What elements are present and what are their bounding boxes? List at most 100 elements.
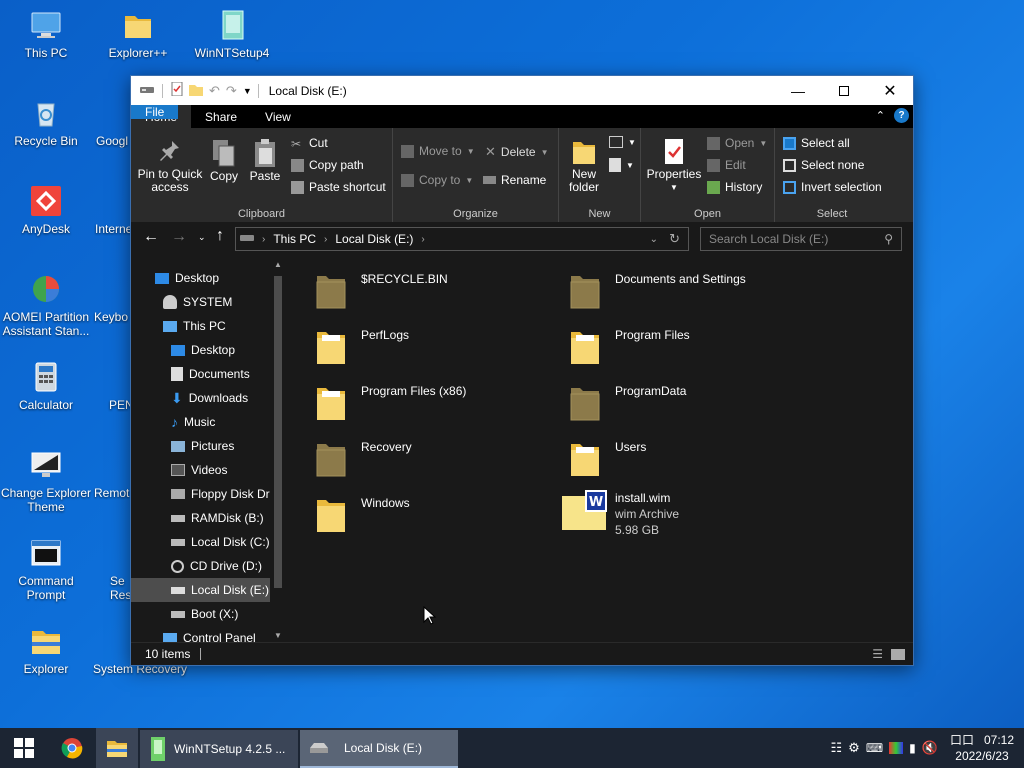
taskbar-local-disk[interactable]: Local Disk (E:) bbox=[300, 729, 458, 768]
breadcrumb-local-disk[interactable]: Local Disk (E:) bbox=[335, 232, 413, 246]
recent-locations-button[interactable]: ⌄ bbox=[198, 232, 206, 243]
desktop-icon-recycle-bin[interactable]: Recycle Bin bbox=[4, 96, 88, 148]
new-item-dropdown-icon: ▼ bbox=[628, 137, 636, 147]
large-icons-view-icon[interactable] bbox=[891, 648, 905, 660]
desktop-icon-explorer[interactable]: Explorer bbox=[4, 624, 88, 676]
taskbar-chrome[interactable] bbox=[48, 728, 96, 768]
nav-item-this-pc[interactable]: This PC bbox=[163, 314, 287, 338]
select-none-button[interactable]: Select none bbox=[783, 158, 864, 172]
breadcrumb-this-pc[interactable]: This PC bbox=[273, 232, 316, 246]
new-folder-qat-icon[interactable] bbox=[189, 82, 203, 99]
invert-selection-button[interactable]: Invert selection bbox=[783, 180, 882, 194]
internet-icon bbox=[89, 184, 123, 218]
desktop-icon-winntsetup[interactable]: WinNTSetup4 bbox=[190, 8, 274, 60]
copy-to-button[interactable]: Copy to ▼ bbox=[401, 173, 473, 187]
title-bar[interactable]: ↶ ↷ ▼ Local Disk (E:) — ✕ bbox=[131, 76, 913, 105]
folder-icon bbox=[569, 382, 601, 422]
scroll-up-icon[interactable]: ▲ bbox=[274, 260, 282, 269]
list-item[interactable]: Program Files (x86) bbox=[315, 382, 466, 422]
clock[interactable]: 口口 07:12 2022/6/23 bbox=[950, 732, 1014, 764]
copy-button[interactable]: Copy bbox=[207, 138, 241, 183]
easy-access-button[interactable]: ▼ bbox=[609, 158, 634, 172]
address-dropdown-icon[interactable]: ⌄ bbox=[650, 234, 658, 245]
keyboard-icon[interactable]: ⌨ bbox=[866, 741, 883, 755]
desktop-icon-internet[interactable]: Interne bbox=[80, 184, 132, 236]
pin-quick-access-button[interactable]: Pin to Quick access bbox=[135, 138, 205, 194]
desktop-icon-calculator[interactable]: Calculator bbox=[4, 360, 88, 412]
network-icon[interactable]: ☷ bbox=[831, 740, 843, 756]
nav-item-local-disk-e[interactable]: Local Disk (E:) bbox=[131, 578, 271, 602]
folder-icon bbox=[315, 494, 347, 534]
scroll-down-icon[interactable]: ▼ bbox=[274, 631, 282, 640]
search-input[interactable]: Search Local Disk (E:) ⚲ bbox=[700, 227, 902, 251]
new-folder-button[interactable]: New folder bbox=[565, 138, 603, 194]
rename-button[interactable]: Rename bbox=[483, 173, 546, 187]
list-item[interactable]: Windows bbox=[315, 494, 410, 534]
nav-item-system[interactable]: SYSTEM bbox=[163, 290, 287, 314]
properties-button[interactable]: Properties ▼ bbox=[645, 138, 703, 194]
desktop-icon-command-prompt[interactable]: Command Prompt bbox=[4, 536, 88, 602]
svg-text:W: W bbox=[589, 495, 603, 510]
desktop-icon-change-theme[interactable]: Change Explorer Theme bbox=[0, 448, 92, 514]
list-item[interactable]: PerfLogs bbox=[315, 326, 409, 366]
taskbar-winntsetup[interactable]: WinNTSetup 4.2.5 ... bbox=[140, 729, 298, 768]
tab-file[interactable]: File bbox=[131, 105, 179, 119]
open-icon bbox=[707, 136, 720, 150]
address-bar[interactable]: › This PC › Local Disk (E:) › ⌄ ↻ bbox=[235, 227, 689, 251]
select-all-button[interactable]: Select all bbox=[783, 136, 850, 150]
edit-button[interactable]: Edit bbox=[707, 158, 746, 172]
back-button[interactable]: ← bbox=[143, 228, 159, 246]
desktop-icon-explorer-plus[interactable]: Explorer++ bbox=[96, 8, 180, 60]
pictures-icon bbox=[171, 440, 185, 452]
desktop-icon-pen[interactable]: PEN bbox=[100, 360, 132, 412]
list-item[interactable]: $RECYCLE.BIN bbox=[315, 270, 448, 310]
list-item[interactable]: Documents and Settings bbox=[569, 270, 746, 310]
new-item-button[interactable]: ▼ bbox=[609, 136, 636, 148]
desktop-icon-aomei[interactable]: AOMEI Partition Assistant Stan... bbox=[2, 272, 90, 338]
scrollbar-thumb[interactable] bbox=[274, 276, 282, 588]
taskbar-file-explorer[interactable] bbox=[96, 728, 138, 768]
forward-button[interactable]: → bbox=[171, 228, 187, 246]
history-button[interactable]: History bbox=[707, 180, 762, 194]
cut-button[interactable]: ✂ Cut bbox=[291, 136, 328, 151]
desktop-icon-remote[interactable]: Remot bbox=[80, 448, 132, 500]
copy-path-button[interactable]: Copy path bbox=[291, 158, 364, 172]
usb-icon[interactable]: ▮ bbox=[909, 741, 916, 755]
tab-share[interactable]: Share bbox=[191, 105, 251, 128]
paste-button[interactable]: Paste bbox=[247, 138, 283, 183]
close-button[interactable]: ✕ bbox=[867, 76, 913, 105]
volume-icon[interactable]: 🔇 bbox=[922, 740, 938, 756]
tab-view[interactable]: View bbox=[251, 105, 305, 128]
nav-item-control-panel[interactable]: Control Panel bbox=[163, 626, 287, 642]
collapse-ribbon-icon[interactable]: ⌃ bbox=[876, 109, 885, 122]
list-item[interactable]: W install.wim wim Archive 5.98 GB bbox=[561, 490, 679, 538]
desktop-icon-keyboard[interactable]: Keybo bbox=[80, 272, 132, 324]
move-to-button[interactable]: Move to ▼ bbox=[401, 144, 475, 158]
help-icon[interactable]: ? bbox=[894, 108, 909, 123]
delete-button[interactable]: ✕ Delete ▼ bbox=[485, 144, 549, 160]
open-button[interactable]: Open ▼ bbox=[707, 136, 767, 150]
list-item[interactable]: Users bbox=[569, 438, 646, 478]
properties-icon[interactable] bbox=[171, 81, 183, 99]
desktop-icon-this-pc[interactable]: This PC bbox=[4, 8, 88, 60]
minimize-icon: — bbox=[791, 82, 805, 99]
nav-scrollbar[interactable]: ▲ ▼ bbox=[270, 258, 287, 642]
qat-dropdown-icon[interactable]: ▼ bbox=[243, 86, 252, 96]
desktop-icon-rescue[interactable]: Se Resc bbox=[100, 536, 132, 602]
refresh-icon[interactable]: ↻ bbox=[669, 231, 680, 247]
up-button[interactable]: ↑ bbox=[216, 227, 224, 245]
paste-shortcut-button[interactable]: Paste shortcut bbox=[291, 180, 386, 194]
details-view-icon[interactable]: ☰ bbox=[872, 647, 883, 661]
undo-icon[interactable]: ↶ bbox=[209, 83, 220, 99]
settings-icon[interactable]: ⚙ bbox=[848, 740, 860, 756]
list-item[interactable]: Program Files bbox=[569, 326, 690, 366]
minimize-button[interactable]: — bbox=[775, 76, 821, 105]
start-button[interactable] bbox=[0, 728, 48, 768]
nav-item-desktop-root[interactable]: Desktop bbox=[155, 266, 287, 290]
list-item[interactable]: ProgramData bbox=[569, 382, 686, 422]
list-item[interactable]: Recovery bbox=[315, 438, 412, 478]
redo-icon[interactable]: ↷ bbox=[226, 83, 237, 99]
desktop-icon-anydesk[interactable]: AnyDesk bbox=[4, 184, 88, 236]
maximize-button[interactable] bbox=[821, 76, 867, 105]
display-icon[interactable] bbox=[889, 742, 904, 754]
